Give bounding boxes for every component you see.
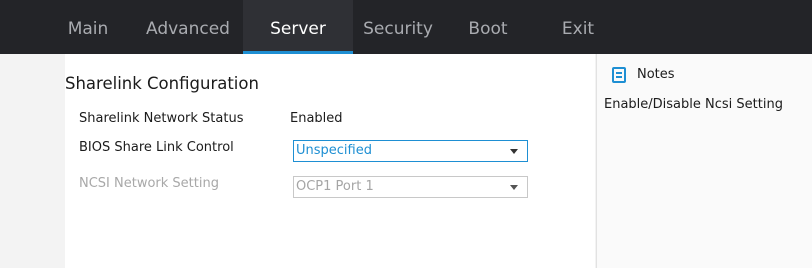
dropdown-arrow-icon — [510, 185, 518, 190]
tab-advanced[interactable]: Advanced — [134, 0, 242, 54]
bios-share-link-select[interactable]: Unspecified — [293, 140, 528, 162]
setting-value-sharelink-status: Enabled — [290, 111, 343, 126]
notes-panel: Notes Enable/Disable Ncsi Setting — [596, 54, 812, 268]
dropdown-arrow-icon — [510, 149, 518, 154]
tab-boot[interactable]: Boot — [453, 0, 523, 54]
bios-share-link-value: Unspecified — [296, 143, 372, 158]
settings-panel: Sharelink Configuration Sharelink Networ… — [65, 54, 595, 268]
tab-server[interactable]: Server — [243, 0, 353, 54]
setting-label-bios-share-link: BIOS Share Link Control — [79, 140, 234, 155]
notes-help-text: Enable/Disable Ncsi Setting — [604, 97, 783, 112]
top-menu-bar: Main Advanced Server Security Boot Exit — [0, 0, 812, 54]
notes-title: Notes — [637, 67, 675, 82]
ncsi-network-value: OCP1 Port 1 — [296, 179, 374, 194]
tab-main[interactable]: Main — [48, 0, 128, 54]
setting-label-ncsi-network: NCSI Network Setting — [79, 176, 219, 191]
tab-exit[interactable]: Exit — [543, 0, 613, 54]
setting-label-sharelink-status: Sharelink Network Status — [79, 111, 244, 126]
tab-security[interactable]: Security — [353, 0, 443, 54]
ncsi-network-select: OCP1 Port 1 — [293, 176, 528, 198]
section-title: Sharelink Configuration — [65, 74, 259, 93]
notes-icon — [612, 67, 626, 83]
